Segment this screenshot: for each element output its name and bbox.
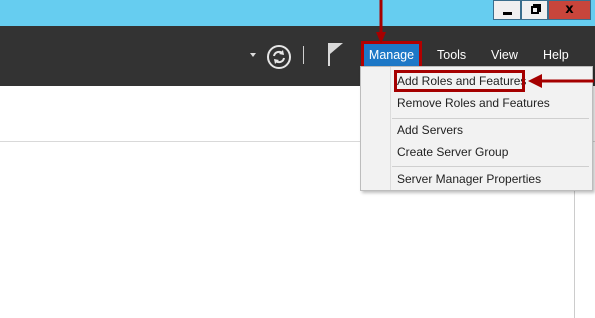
maximize-icon [531,6,539,14]
close-button[interactable]: x [548,0,591,20]
menu-separator [392,118,589,119]
annotation-highlight-box [394,70,525,92]
menu-item-add-servers[interactable]: Add Servers [397,120,463,140]
annotation-arrow-down [376,0,386,44]
menu-manage[interactable]: Manage [361,41,422,69]
minimize-icon [503,12,512,15]
refresh-icon[interactable] [266,44,292,70]
dropdown-arrow-icon[interactable] [250,53,256,57]
menu-help[interactable]: Help [543,44,569,66]
toolbar-separator [303,46,304,64]
annotation-arrow-left [528,74,594,88]
menu-gutter [390,67,391,190]
menu-item-server-manager-properties[interactable]: Server Manager Properties [397,169,541,189]
menu-view[interactable]: View [491,44,518,66]
close-icon: x [565,2,574,17]
menu-item-remove-roles-and-features[interactable]: Remove Roles and Features [397,93,550,113]
menu-item-create-server-group[interactable]: Create Server Group [397,142,508,162]
maximize-button[interactable] [521,0,548,20]
flag-icon[interactable] [326,41,346,67]
minimize-button[interactable] [493,0,521,20]
menu-separator [392,166,589,167]
menu-tools[interactable]: Tools [437,44,466,66]
